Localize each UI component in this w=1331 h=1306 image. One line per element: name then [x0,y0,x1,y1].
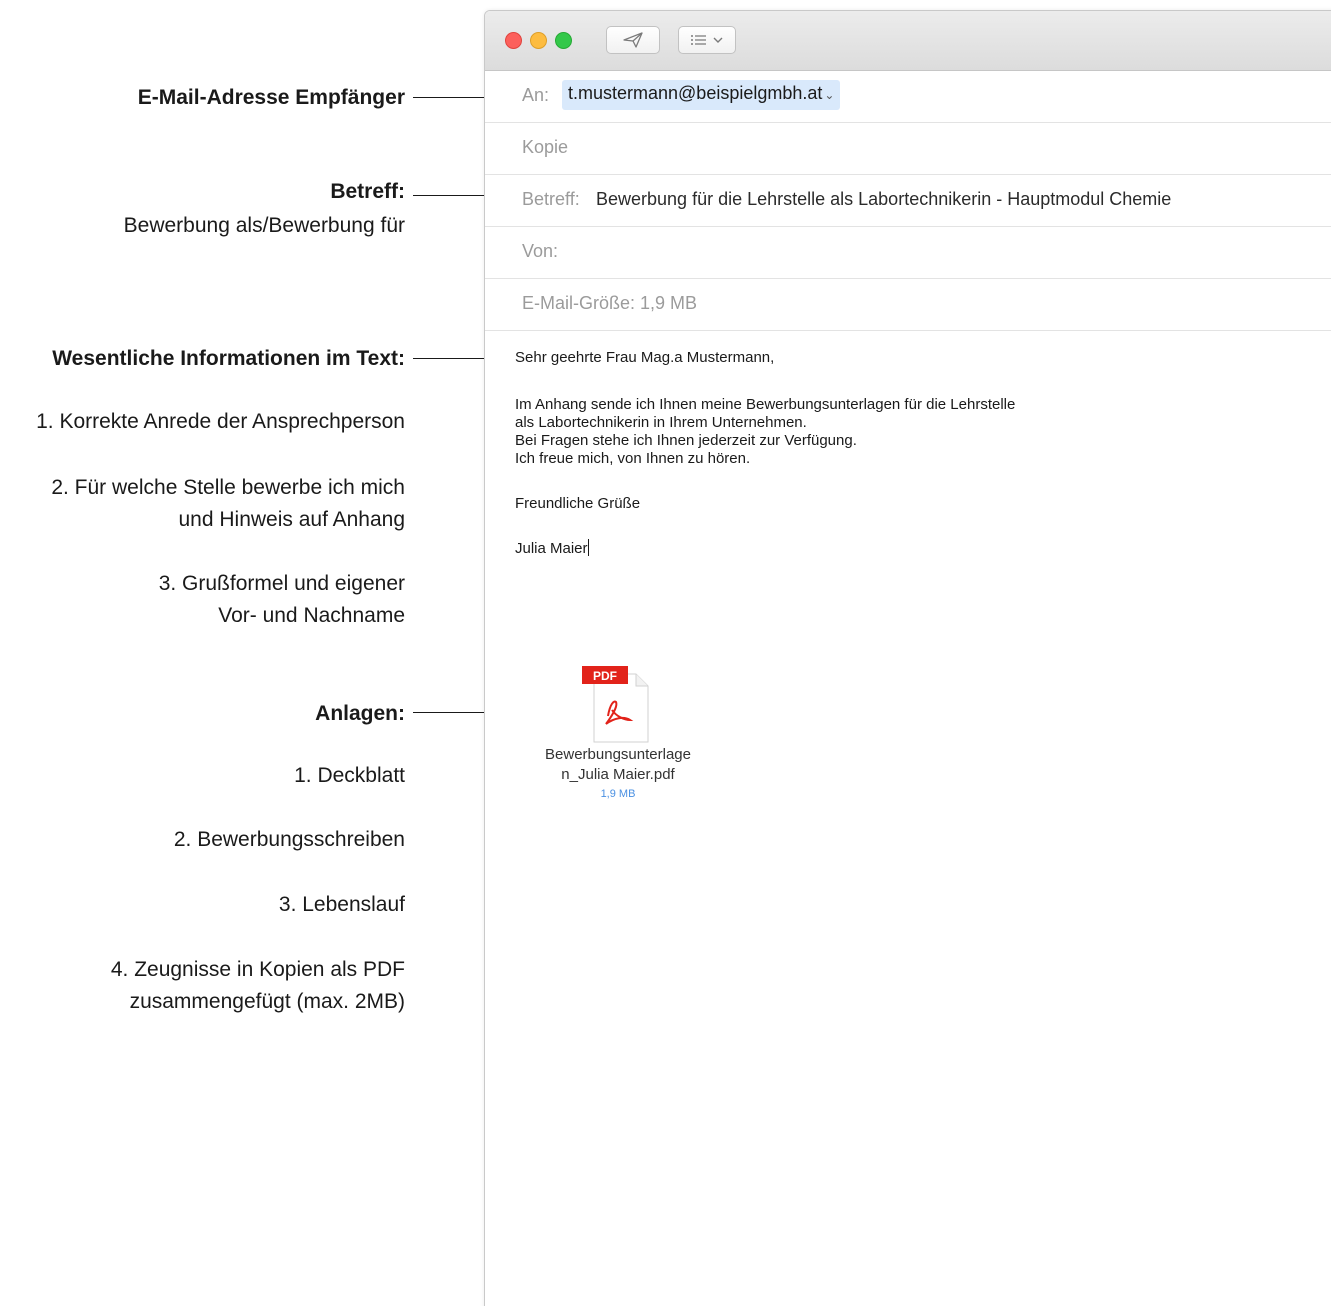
body-line-2[interactable]: als Labortechnikerin in Ihrem Unternehme… [515,414,807,432]
zoom-window-button[interactable] [555,32,572,49]
info-item-3: 3. Grußformel und eigener [158,572,405,595]
attachment-size: 1,9 MB [600,788,636,800]
pdf-file-icon[interactable]: PDF [580,666,652,744]
body-salutation[interactable]: Sehr geehrte Frau Mag.a Mustermann, [515,349,774,367]
chevron-down-icon: ⌄ [824,88,835,102]
to-label: An: [522,85,550,105]
attachment-item-4-cont: zusammengefügt (max. 2MB) [129,990,405,1013]
text-cursor [587,539,589,556]
info-item-1: 1. Korrekte Anrede der Ansprechperson [36,410,405,433]
subject-annotation-title: Betreff: [330,180,405,203]
body-line-3[interactable]: Bei Fragen stehe ich Ihnen jederzeit zur… [515,432,857,450]
attachments-annotation-title: Anlagen: [315,702,405,725]
body-closing[interactable]: Freundliche Grüße [515,495,640,513]
close-window-button[interactable] [505,32,522,49]
recipient-token[interactable]: t.mustermann@beispielgmbh.at ⌄ [562,80,841,110]
send-button[interactable] [606,26,660,54]
attachment-item-2: 2. Bewerbungsschreiben [173,828,405,851]
cc-field-row[interactable]: Kopie [485,123,1331,175]
subject-field-row[interactable]: Betreff: Bewerbung für die Lehrstelle al… [485,175,1331,227]
attachment-filename-line1[interactable]: Bewerbungsunterlage [505,745,731,765]
info-annotation-title: Wesentliche Informationen im Text: [52,347,405,370]
paper-plane-icon [623,32,643,48]
message-size-row: E-Mail-Größe: 1,9 MB [485,279,1331,331]
body-line-4[interactable]: Ich freue mich, von Ihnen zu hören. [515,450,750,468]
recipient-annotation-title: E-Mail-Adresse Empfänger [137,86,405,109]
subject-annotation-subtitle: Bewerbung als/Bewerbung für [123,214,405,237]
from-field-row[interactable]: Von: [485,227,1331,279]
to-field-row[interactable]: An: t.mustermann@beispielgmbh.at ⌄ [485,71,1331,123]
pdf-icon-label: PDF [593,669,617,683]
attachment-item-1: 1. Deckblatt [294,764,405,787]
subject-value: Bewerbung für die Lehrstelle als Laborte… [596,189,1172,209]
window-titlebar [485,11,1331,71]
mail-compose-window: An: t.mustermann@beispielgmbh.at ⌄ Kopie … [484,10,1331,1306]
header-fields-menu-button[interactable] [678,26,736,54]
subject-label: Betreff: [522,189,580,209]
attachment-item-3: 3. Lebenslauf [278,893,405,916]
recipient-address: t.mustermann@beispielgmbh.at [568,83,823,103]
cc-label: Kopie [522,137,569,157]
message-size-label: E-Mail-Größe: 1,9 MB [522,293,698,313]
info-item-2: 2. Für welche Stelle bewerbe ich mich [51,476,405,499]
info-item-2-cont: und Hinweis auf Anhang [178,508,406,531]
body-signature-line[interactable]: Julia Maier [515,539,589,558]
info-item-3-cont: Vor- und Nachname [218,604,405,627]
minimize-window-button[interactable] [530,32,547,49]
list-icon [691,35,706,45]
attachment-filename-line2[interactable]: n_Julia Maier.pdf [505,765,731,785]
body-signature: Julia Maier [515,540,588,557]
body-line-1[interactable]: Im Anhang sende ich Ihnen meine Bewerbun… [515,396,1015,414]
from-label: Von: [522,241,559,261]
attachment-item-4: 4. Zeugnisse in Kopien als PDF [110,958,405,981]
chevron-down-icon [713,37,723,43]
